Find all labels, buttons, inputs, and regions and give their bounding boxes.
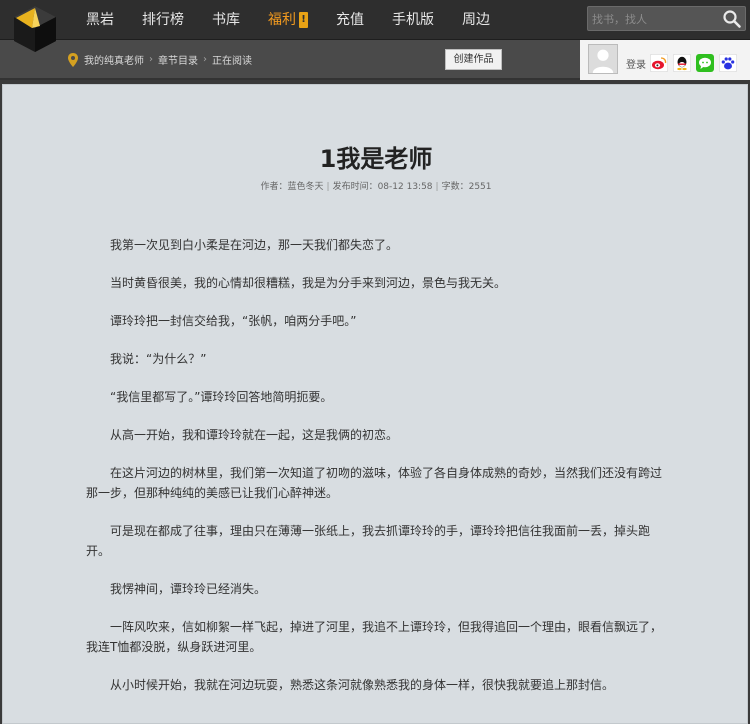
meta-separator: | — [326, 182, 330, 192]
paragraph: 在这片河边的树林里，我们第一次知道了初吻的滋味，体验了各自身体成熟的奇妙，当然我… — [86, 466, 663, 500]
weibo-icon[interactable] — [650, 54, 668, 72]
chapter-meta: 作者：蓝色冬天 | 发布时间：08-12 13:58 | 字数：2551 — [3, 179, 749, 192]
paragraph: “我信里都写了。”谭玲玲回答地简明扼要。 — [110, 390, 333, 404]
nav-item-library[interactable]: 书库 — [198, 0, 254, 40]
login-label[interactable]: 登录 — [626, 56, 646, 71]
nav-item-merch[interactable]: 周边 — [448, 0, 504, 40]
top-nav-bar: 黑岩 排行榜 书库 福利! 充值 手机版 周边 — [0, 0, 750, 40]
nav-item-welfare-label: 福利 — [268, 12, 296, 28]
author-name[interactable]: 蓝色冬天 — [288, 182, 324, 192]
search-icon[interactable] — [722, 9, 742, 29]
words-label: 字数： — [441, 182, 469, 192]
wechat-icon[interactable] — [696, 54, 714, 72]
meta-separator: | — [435, 182, 439, 192]
paragraph: 我愣神间，谭玲玲已经消失。 — [110, 582, 267, 596]
nav-item-ranking[interactable]: 排行榜 — [128, 0, 198, 40]
breadcrumb-catalog[interactable]: 章节目录 — [158, 52, 198, 67]
nav-badge: ! — [299, 12, 308, 28]
paragraph: 谭玲玲把一封信交给我，“张帆，咱两分手吧。” — [110, 314, 357, 328]
breadcrumb: 我的纯真老师 › 章节目录 › 正在阅读 — [68, 52, 252, 67]
paragraph: 可是现在都成了往事，理由只在薄薄一张纸上，我去抓谭玲玲的手，谭玲玲把信往我面前一… — [86, 524, 651, 558]
create-work-button[interactable]: 创建作品 — [445, 49, 502, 70]
main-nav: 黑岩 排行榜 书库 福利! 充值 手机版 周边 — [72, 0, 504, 40]
breadcrumb-separator: › — [149, 54, 153, 65]
paragraph: 当时黄昏很美，我的心情却很糟糕，我是为分手来到河边，景色与我无关。 — [110, 276, 507, 290]
avatar[interactable] — [588, 44, 618, 74]
paragraph: 我第一次见到白小柔是在河边，那一天我们都失恋了。 — [110, 238, 399, 252]
author-label: 作者： — [260, 182, 288, 192]
qq-icon[interactable] — [673, 54, 691, 72]
user-box: 登录 — [580, 40, 750, 80]
search-input[interactable] — [592, 10, 717, 28]
time-label: 发布时间： — [332, 182, 378, 192]
nav-item-heiyan[interactable]: 黑岩 — [72, 0, 128, 40]
nav-item-mobile[interactable]: 手机版 — [378, 0, 448, 40]
paragraph: 从高一开始，我和谭玲玲就在一起，这是我俩的初恋。 — [110, 428, 399, 442]
breadcrumb-reading: 正在阅读 — [212, 56, 252, 67]
breadcrumb-separator: › — [203, 54, 207, 65]
reading-area: 1我是老师 作者：蓝色冬天 | 发布时间：08-12 13:58 | 字数：2551 我… — [2, 84, 748, 724]
paragraph: 我说：“为什么？” — [110, 352, 207, 366]
publish-time: 08-12 13:58 — [377, 182, 433, 192]
nav-item-recharge[interactable]: 充值 — [322, 0, 378, 40]
word-count: 2551 — [468, 182, 492, 192]
nav-item-welfare[interactable]: 福利! — [254, 0, 322, 40]
chapter-title: 1我是老师 — [319, 145, 433, 173]
breadcrumb-book[interactable]: 我的纯真老师 — [84, 52, 144, 67]
paragraph: 一阵风吹来，信如柳絮一样飞起，掉进了河里，我追不上谭玲玲，但我得追回一个理由，眼… — [86, 620, 663, 654]
chapter-body: 我第一次见到白小柔是在河边，那一天我们都失恋了。 当时黄昏很美，我的心情却很糟糕… — [86, 235, 662, 713]
search-box — [587, 6, 746, 31]
location-pin-icon — [68, 52, 78, 67]
baidu-icon[interactable] — [719, 54, 737, 72]
paragraph: 从小时候开始，我就在河边玩耍，熟悉这条河就像熟悉我的身体一样，很快我就要追上那封… — [110, 678, 615, 692]
logo-cube-icon[interactable] — [10, 4, 60, 54]
